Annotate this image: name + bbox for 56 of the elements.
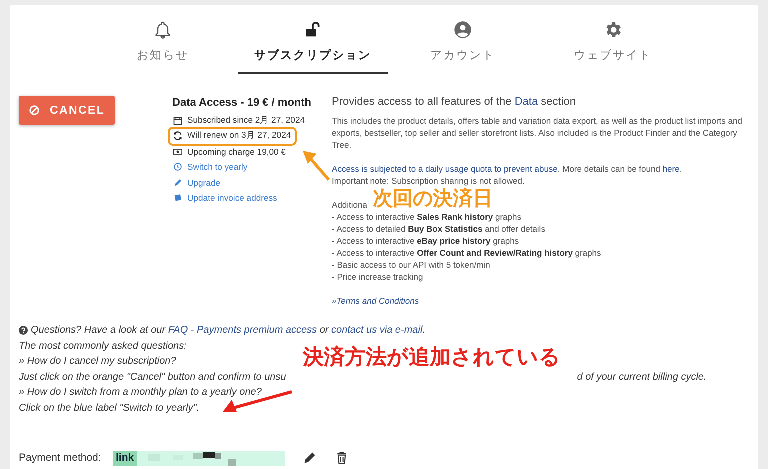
pencil-icon	[172, 178, 183, 188]
text-link[interactable]: FAQ - Payments premium access	[168, 325, 318, 336]
cash-icon	[172, 146, 183, 157]
tab[interactable]: お知らせ	[88, 19, 238, 74]
plan-link[interactable]: Upgrade	[188, 178, 221, 188]
tab[interactable]: アカウント	[388, 19, 538, 74]
additional-text: Additiona	[332, 199, 368, 211]
plan-detail: Will renew on 3月 27, 2024	[188, 130, 292, 142]
card-icon	[172, 193, 183, 204]
faq-text: d of your current billing cycle.	[577, 370, 707, 385]
feature-item: - Price increase tracking	[332, 271, 424, 283]
feature-item: - Access to interactive Offer Count and Review/Rating history graphs	[332, 247, 602, 259]
payment-label: Payment method:	[19, 452, 102, 464]
tab[interactable]: ウェブサイト	[538, 19, 688, 74]
text-link[interactable]: Data	[514, 96, 538, 108]
text: Questions? Have a look at our	[31, 325, 167, 336]
feature-item: - Access to interactive Sales Rank history graphs	[332, 211, 522, 223]
account-icon	[453, 20, 473, 40]
bell-icon	[153, 20, 173, 40]
text: or	[318, 325, 330, 336]
faq-text: Just click on the orange "Cancel" button and confirm to unsu	[19, 370, 286, 385]
faq-text: » How do I switch from a monthly plan to a yearly one?	[19, 386, 262, 400]
text: Provides access to all features of the	[332, 96, 513, 108]
trash-icon[interactable]	[335, 451, 349, 466]
text: . More details can be found	[558, 164, 662, 174]
text-link[interactable]: Access is subjected to a daily usage quota to prevent abuse	[332, 164, 558, 174]
note-text: Important note: Subscription sharing is not allowed.	[332, 175, 526, 187]
text: section	[540, 96, 576, 108]
annotation-arrow	[302, 150, 331, 182]
feature-item: - Access to interactive eBay price history graphs	[332, 235, 520, 247]
feature-item: - Access to detailed Buy Box Statistics and offer details	[332, 223, 546, 235]
annotation-text: 決済方法が追加されている	[303, 344, 561, 371]
text-link[interactable]: here	[662, 164, 680, 174]
text-link[interactable]: contact us via e-mail	[332, 325, 423, 336]
tab[interactable]: サブスクリプション	[238, 19, 388, 74]
payment-field: link	[113, 450, 285, 466]
faq-text: The most commonly asked questions:	[19, 340, 187, 354]
plan-link[interactable]: Switch to yearly	[188, 162, 248, 172]
ban-icon	[29, 105, 40, 116]
plan-detail: Subscribed since 2月 27, 2024	[188, 114, 305, 127]
feature-item: - Basic access to our API with 5 token/min	[332, 259, 492, 271]
text: .	[422, 325, 426, 336]
annotation-text: 次回の決済日	[373, 186, 493, 212]
plan-title: Data Access - 19 € / month	[172, 97, 313, 109]
plan-link[interactable]: Update invoice address	[188, 193, 278, 204]
refresh-icon	[172, 131, 183, 142]
faq-text: » How do I cancel my subscription?	[19, 355, 176, 370]
description-text: This includes the product details, offers table and variation data export, as well as the product list imports and exports, bestseller, top seller and seller storefront lists. Also included is the Product Finder and the Category Tree.	[332, 115, 744, 151]
clock-icon	[172, 162, 183, 172]
terms-link[interactable]: »Terms and Conditions	[332, 295, 420, 307]
calendar-icon	[172, 116, 183, 126]
faq-text: Click on the blue label "Switch to yearly".	[19, 402, 200, 416]
help-icon	[19, 326, 28, 336]
edit-icon[interactable]	[303, 451, 317, 466]
plan-detail: Upcoming charge 19,00 €	[188, 146, 286, 157]
text: .	[680, 164, 682, 174]
